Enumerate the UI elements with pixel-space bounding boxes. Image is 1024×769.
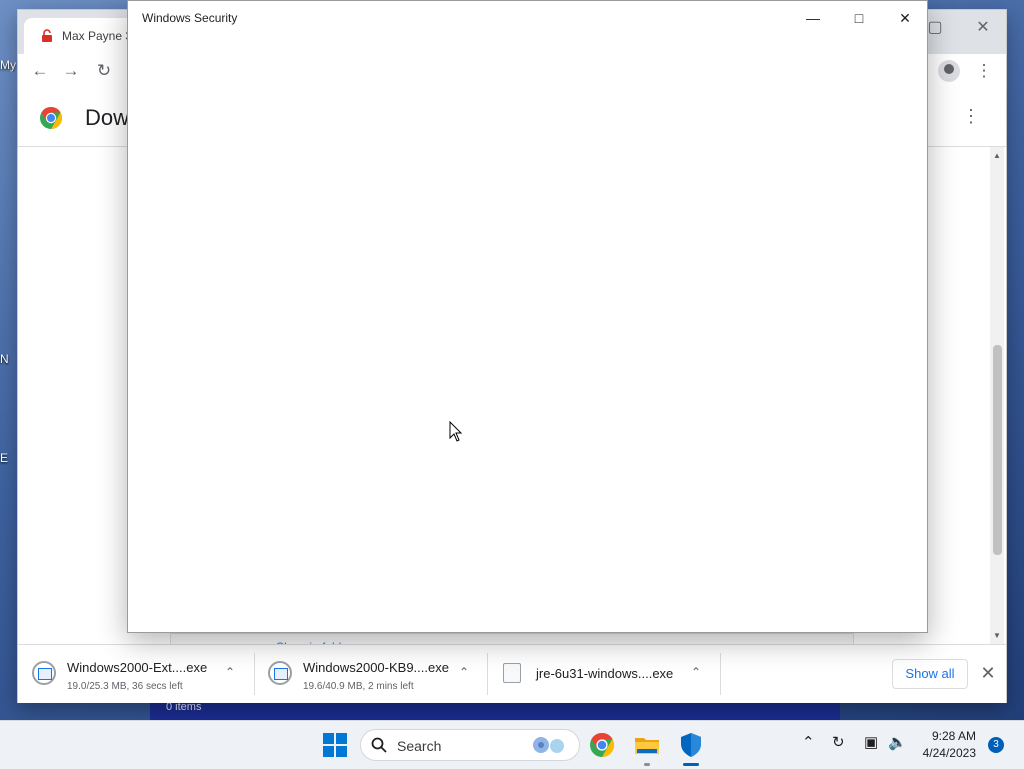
maximize-icon[interactable]: □ xyxy=(842,5,876,31)
download-filename: Windows2000-Ext....exe xyxy=(67,660,208,675)
scrollbar-thumb[interactable] xyxy=(993,345,1002,555)
back-icon[interactable]: ← xyxy=(28,59,52,83)
chevron-up-icon[interactable]: ⌃ xyxy=(456,665,472,681)
clock-time[interactable]: 9:28 AM xyxy=(920,729,976,743)
notification-badge[interactable]: 3 xyxy=(988,737,1004,753)
minimize-icon[interactable]: — xyxy=(796,5,830,31)
search-icon xyxy=(371,737,387,753)
show-hidden-icons-chevron-icon[interactable]: ⌃ xyxy=(802,733,815,751)
chrome-close-icon[interactable]: ✕ xyxy=(968,16,998,40)
taskbar-search-box[interactable]: Search xyxy=(360,729,580,761)
reload-icon[interactable]: ↻ xyxy=(92,59,116,83)
download-status: 19.6/40.9 MB, 2 mins left xyxy=(303,681,414,692)
windows-security-dialog: Windows Security — □ ✕ xyxy=(127,0,928,633)
close-icon[interactable]: ✕ xyxy=(888,5,922,31)
desktop-icon-label-fragment[interactable]: E xyxy=(0,451,18,465)
search-label: Search xyxy=(397,738,442,754)
close-shelf-icon[interactable]: ✕ xyxy=(978,663,998,683)
network-icon[interactable]: ▣ xyxy=(864,733,878,751)
browser-menu-icon[interactable]: ⋮ xyxy=(972,59,996,83)
active-indicator xyxy=(683,763,699,766)
forward-icon[interactable]: → xyxy=(59,59,83,83)
installer-icon xyxy=(32,661,56,685)
taskbar: Search ⌃ ↻ ▣ 🔈 9:28 AM 4/24/2023 3 xyxy=(0,720,1024,769)
page-title: Dow xyxy=(85,105,130,130)
dialog-title: Windows Security xyxy=(142,11,238,25)
tab-title: Max Payne 3 xyxy=(62,29,133,43)
download-shelf: Windows2000-Ext....exe 19.0/25.3 MB, 36 … xyxy=(18,644,1006,703)
download-item[interactable]: Windows2000-KB9....exe 19.6/40.9 MB, 2 m… xyxy=(254,645,488,703)
chrome-logo-icon xyxy=(40,107,62,129)
running-indicator xyxy=(644,763,650,766)
chevron-up-icon[interactable]: ⌃ xyxy=(688,665,704,681)
scroll-down-icon[interactable]: ▼ xyxy=(992,631,1002,641)
show-all-button[interactable]: Show all xyxy=(892,659,968,689)
start-button-windows-icon[interactable] xyxy=(319,729,351,761)
download-filename: jre-6u31-windows....exe xyxy=(536,666,674,681)
download-status: 19.0/25.3 MB, 36 secs left xyxy=(67,681,183,692)
chrome-taskbar-icon[interactable] xyxy=(586,729,618,761)
volume-icon[interactable]: 🔈 xyxy=(888,733,907,751)
search-highlight-icon xyxy=(533,737,564,753)
divider xyxy=(720,653,721,695)
java-file-icon xyxy=(503,663,521,683)
lock-icon xyxy=(42,29,52,42)
download-item[interactable]: Windows2000-Ext....exe 19.0/25.3 MB, 36 … xyxy=(18,645,254,703)
profile-icon[interactable] xyxy=(938,60,960,82)
file-explorer-icon[interactable] xyxy=(631,729,663,761)
windows-security-shield-icon[interactable] xyxy=(675,729,707,761)
download-filename: Windows2000-KB9....exe xyxy=(303,660,449,675)
scroll-up-icon[interactable]: ▲ xyxy=(992,151,1002,161)
sync-icon[interactable]: ↻ xyxy=(832,733,845,751)
background-window-strip: 0 items xyxy=(150,700,840,720)
desktop-icon-label-fragment[interactable]: My xyxy=(0,58,18,72)
mouse-cursor-icon xyxy=(449,421,463,442)
download-item[interactable]: jre-6u31-windows....exe ⌃ xyxy=(487,645,721,703)
downloads-menu-icon[interactable]: ⋮ xyxy=(962,106,980,127)
installer-icon xyxy=(268,661,292,685)
chevron-up-icon[interactable]: ⌃ xyxy=(222,665,238,681)
desktop-icon-label-fragment[interactable]: N xyxy=(0,352,18,366)
clock-date[interactable]: 4/24/2023 xyxy=(910,746,976,760)
